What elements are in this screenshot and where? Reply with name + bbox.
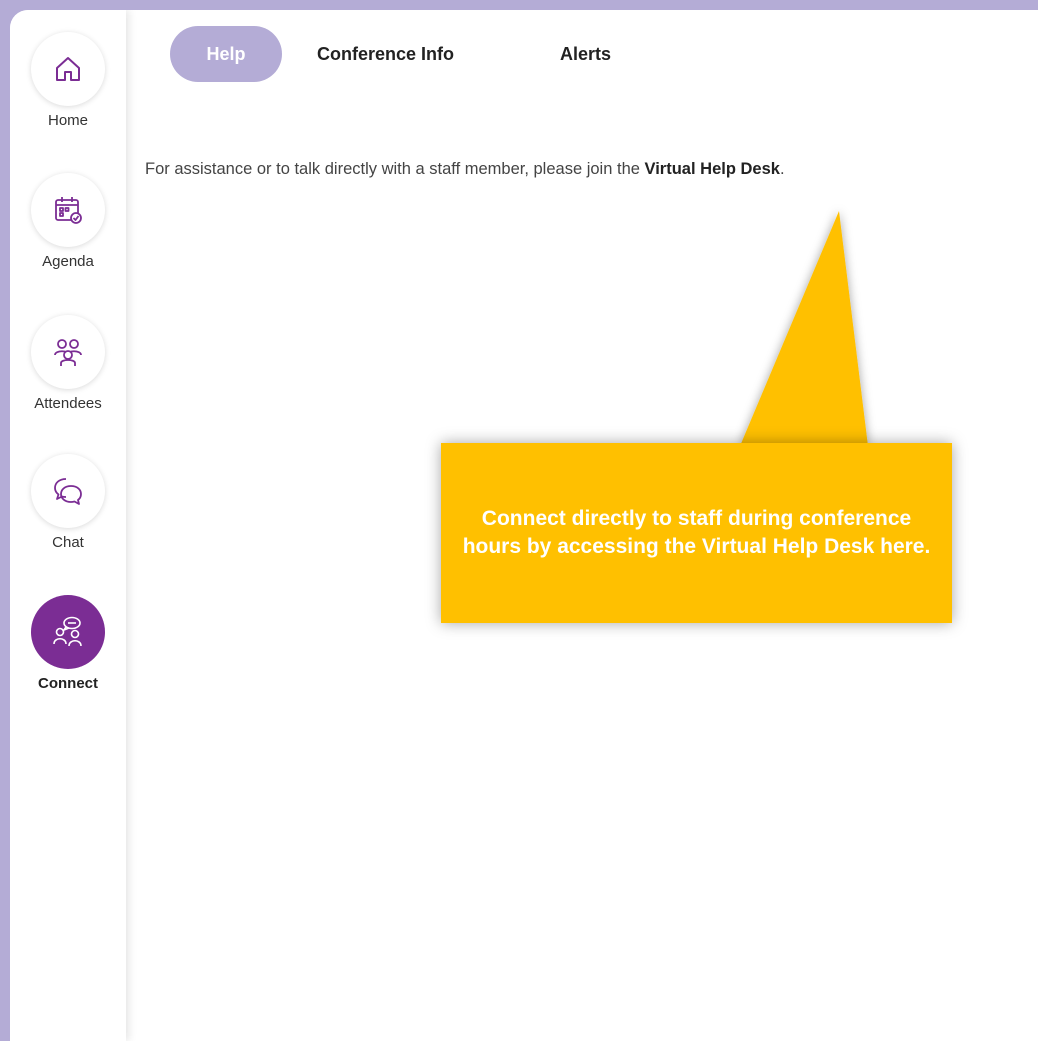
connect-icon — [53, 616, 82, 647]
home-icon-circle — [31, 32, 105, 106]
calendar-icon — [55, 197, 82, 224]
callout-text: Connect directly to staff during confere… — [462, 507, 931, 558]
help-message-end: . — [779, 160, 785, 178]
app-panel: Home Agenda Attendees Chat Connect Help … — [10, 10, 1038, 1041]
sidebar-item-label: Agenda — [42, 253, 94, 270]
sidebar-item-label: Connect — [38, 675, 98, 692]
sidebar-item-agenda[interactable]: Agenda — [10, 173, 126, 270]
tab-help[interactable]: Help — [170, 26, 282, 82]
connect-icon-circle — [31, 595, 105, 669]
chat-icon — [54, 478, 82, 505]
people-icon — [54, 339, 82, 366]
help-message: For assistance or to talk directly with … — [145, 160, 785, 179]
sidebar-item-label: Home — [47, 112, 88, 129]
callout-box: Connect directly to staff during confere… — [441, 443, 952, 623]
chat-icon-circle — [31, 454, 105, 528]
sidebar-item-home[interactable]: Home — [10, 32, 126, 129]
sidebar-item-label: Chat — [52, 534, 84, 551]
home-icon — [56, 57, 80, 81]
agenda-icon-circle — [31, 173, 105, 247]
sidebar-item-attendees[interactable]: Attendees — [10, 315, 126, 412]
attendees-icon-circle — [31, 315, 105, 389]
sidebar-item-chat[interactable]: Chat — [10, 454, 126, 551]
tab-alerts[interactable]: Alerts — [560, 26, 611, 82]
sidebar: Home Agenda Attendees Chat Connect — [10, 10, 126, 1041]
tab-conference-info[interactable]: Conference Info — [317, 26, 454, 82]
sidebar-item-label: Attendees — [34, 395, 102, 412]
virtual-help-desk-link[interactable]: Virtual Help Desk — [645, 160, 780, 178]
sidebar-item-connect[interactable]: Connect — [10, 595, 126, 692]
help-message-text: For assistance or to talk directly with … — [145, 160, 645, 178]
